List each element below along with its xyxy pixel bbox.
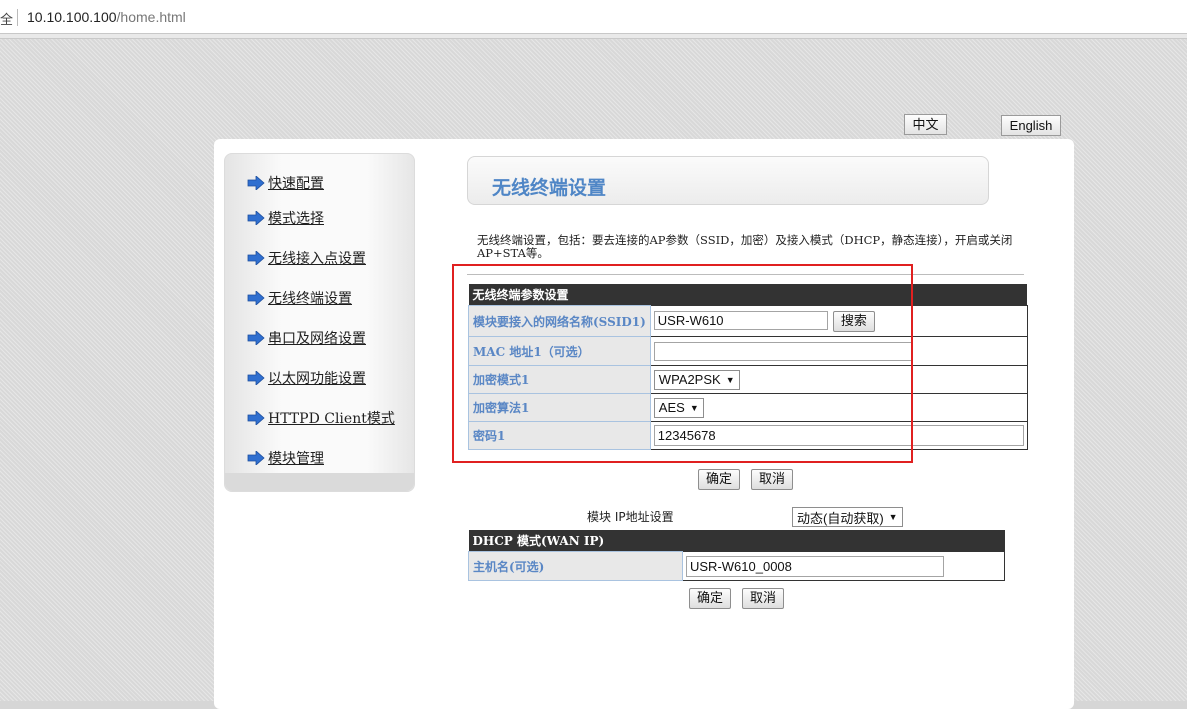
sta-params-title: 无线终端参数设置 [468,284,1028,306]
arrow-right-icon [247,291,265,305]
encryption-algo-value: AES [658,400,685,416]
browser-address-bar[interactable]: 全 10.10.100.100/home.html [0,0,1187,34]
sta-params-table: 无线终端参数设置 模块要接入的网络名称(SSID1) 搜索 MAC 地址1（可选… [468,284,1028,450]
lang-chinese-button[interactable]: 中文 [904,114,947,135]
encryption-algo-select[interactable]: AES ▼ [653,397,704,418]
arrow-right-icon [247,371,265,385]
hostname-input[interactable] [686,555,944,577]
ssid-label: 模块要接入的网络名称(SSID1) [468,305,651,337]
url-host: 10.10.100.100 [27,9,117,25]
security-indicator[interactable]: 全 [0,9,13,28]
sta-cancel-button[interactable]: 取消 [751,469,794,490]
search-button[interactable]: 搜索 [832,311,875,332]
ssid-cell: 搜索 [649,305,1028,337]
sidebar-nav [224,153,415,492]
sidebar-item-module-management[interactable]: 模块管理 [247,448,324,468]
ip-mode-value: 动态(自动获取) [797,510,884,526]
dropdown-caret-icon: ▼ [888,512,898,522]
sidebar-item-serial-network[interactable]: 串口及网络设置 [247,328,366,348]
ip-mode-select[interactable]: 动态(自动获取) ▼ [792,507,903,527]
encryption-mode-cell: WPA2PSK ▼ [649,365,1028,394]
encryption-algo-label: 加密算法1 [468,393,651,422]
page-title: 无线终端设置 [492,177,607,199]
sidebar-item-httpd-client[interactable]: HTTPD Client模式 [247,408,395,428]
sidebar-item-label[interactable]: 无线接入点设置 [268,248,366,268]
ssid-input[interactable] [653,311,828,330]
sidebar-item-label[interactable]: HTTPD Client模式 [268,408,395,428]
encryption-mode-label: 加密模式1 [468,365,651,394]
password-label: 密码1 [468,421,651,450]
sidebar-item-sta-settings[interactable]: 无线终端设置 [247,288,352,308]
sidebar-item-label[interactable]: 快速配置 [268,173,324,193]
sidebar-footer [225,473,414,491]
section-divider [467,274,1024,275]
arrow-right-icon [247,211,265,225]
sidebar-item-label[interactable]: 模块管理 [268,448,324,468]
ip-settings-label: 模块 IP地址设置 [587,510,674,524]
mac-label: MAC 地址1（可选） [468,336,651,366]
sidebar-item-ethernet[interactable]: 以太网功能设置 [247,368,366,388]
dhcp-table: DHCP 模式(WAN IP) 主机名(可选) [468,530,1005,581]
password-input[interactable] [653,425,1024,446]
hostname-label: 主机名(可选) [468,551,683,581]
mac-cell [649,336,1028,366]
arrow-right-icon [247,451,265,465]
url-text[interactable]: 10.10.100.100/home.html [27,9,186,25]
address-divider [17,9,18,26]
encryption-mode-value: WPA2PSK [658,372,721,388]
sidebar-item-label[interactable]: 串口及网络设置 [268,328,366,348]
sidebar-item-label[interactable]: 以太网功能设置 [268,368,366,388]
sidebar-item-mode-select[interactable]: 模式选择 [247,208,324,228]
arrow-right-icon [247,251,265,265]
url-path: /home.html [116,9,186,25]
dhcp-confirm-button[interactable]: 确定 [689,588,732,609]
sta-confirm-button[interactable]: 确定 [698,469,741,490]
sidebar-item-ap-settings[interactable]: 无线接入点设置 [247,248,366,268]
password-cell [649,421,1028,450]
encryption-algo-cell: AES ▼ [649,393,1028,422]
dropdown-caret-icon: ▼ [689,402,699,413]
page-header: 无线终端设置 [467,156,989,205]
page-description: 无线终端设置，包括：要去连接的AP参数（SSID，加密）及接入模式（DHCP，静… [477,233,1013,260]
lang-english-button[interactable]: English [1001,115,1061,136]
sidebar-item-quick-config[interactable]: 快速配置 [247,173,324,193]
hostname-cell [682,551,1005,581]
encryption-mode-select[interactable]: WPA2PSK ▼ [653,369,740,390]
dhcp-title: DHCP 模式(WAN IP) [468,530,1005,552]
dhcp-cancel-button[interactable]: 取消 [742,588,785,609]
sidebar-item-label[interactable]: 无线终端设置 [268,288,352,308]
arrow-right-icon [247,331,265,345]
arrow-right-icon [247,411,265,425]
arrow-right-icon [247,176,265,190]
mac-input[interactable] [653,342,912,361]
sidebar-item-label[interactable]: 模式选择 [268,208,324,228]
dropdown-caret-icon: ▼ [725,374,735,385]
